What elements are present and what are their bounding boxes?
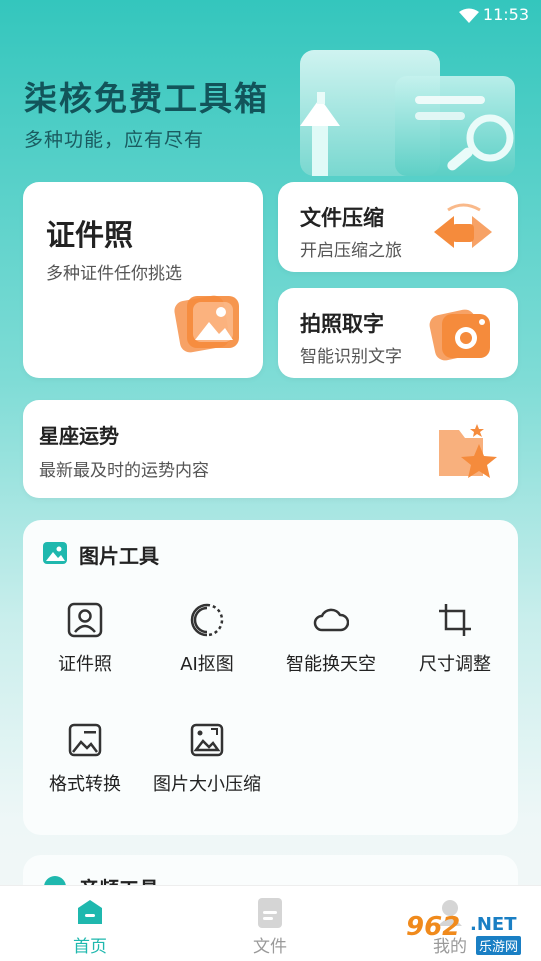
tab-file[interactable]: 文件 xyxy=(220,898,320,958)
id-photo-card-subtitle: 多种证件任你挑选 xyxy=(46,264,182,284)
camera-icon xyxy=(429,309,490,361)
file-icon xyxy=(258,898,282,928)
site-watermark: 962 .NET 乐游网 xyxy=(400,912,536,956)
image-convert-icon xyxy=(68,723,102,757)
id-photo-card[interactable]: 证件照 多种证件任你挑选 xyxy=(23,182,263,378)
file-compress-card-subtitle: 开启压缩之旅 xyxy=(300,241,402,261)
id-photo-card-title: 证件照 xyxy=(46,218,134,252)
home-icon xyxy=(78,900,102,924)
tool-resize[interactable]: 尺寸调整 xyxy=(393,602,517,692)
tab-home[interactable]: 首页 xyxy=(40,898,140,958)
status-bar: 11:53 xyxy=(0,0,541,30)
app-title: 柒核免费工具箱 xyxy=(24,79,269,118)
tool-sky-replace[interactable]: 智能换天空 xyxy=(269,602,393,692)
tool-label: 智能换天空 xyxy=(286,654,376,675)
tool-image-compress[interactable]: 图片大小压缩 xyxy=(145,722,269,812)
file-compress-card-title: 文件压缩 xyxy=(300,206,384,230)
tool-label: AI抠图 xyxy=(180,654,234,675)
compress-icon xyxy=(434,203,492,248)
photo-ocr-card-title: 拍照取字 xyxy=(300,312,384,336)
photo-ocr-card[interactable]: 拍照取字 智能识别文字 xyxy=(278,288,518,378)
toolbox-illustration-icon xyxy=(300,50,515,176)
tool-format-convert[interactable]: 格式转换 xyxy=(23,722,147,812)
cutout-icon xyxy=(190,603,224,637)
image-tools-heading: 图片工具 xyxy=(79,544,159,568)
portrait-icon xyxy=(67,602,103,638)
tool-label: 尺寸调整 xyxy=(419,654,491,675)
tool-id-photo[interactable]: 证件照 xyxy=(23,602,147,692)
photo-icon xyxy=(174,295,239,353)
watermark-domain: .NET xyxy=(470,914,517,935)
tab-label: 文件 xyxy=(253,937,287,957)
watermark-site: 乐游网 xyxy=(476,936,522,955)
tab-label: 首页 xyxy=(73,937,107,957)
status-time: 11:53 xyxy=(482,5,529,24)
crop-icon xyxy=(439,604,471,636)
horoscope-card[interactable]: 星座运势 最新最及时的运势内容 xyxy=(23,400,518,498)
horoscope-card-subtitle: 最新最及时的运势内容 xyxy=(39,461,209,481)
file-compress-card[interactable]: 文件压缩 开启压缩之旅 xyxy=(278,182,518,272)
horoscope-card-title: 星座运势 xyxy=(39,424,119,448)
watermark-number: 962 xyxy=(406,912,461,942)
image-compress-icon xyxy=(190,723,224,757)
tool-label: 图片大小压缩 xyxy=(153,774,261,795)
image-section-icon xyxy=(43,542,67,564)
app-subtitle: 多种功能，应有尽有 xyxy=(24,129,205,151)
tool-label: 证件照 xyxy=(58,654,112,675)
tool-label: 格式转换 xyxy=(49,774,121,795)
photo-ocr-card-subtitle: 智能识别文字 xyxy=(300,347,402,367)
image-tools-panel: 图片工具 证件照 AI抠图 智能换天空 尺寸调整 格式转换 图片大小压缩 xyxy=(23,520,518,835)
star-folder-icon xyxy=(439,424,497,478)
wifi-icon xyxy=(459,8,479,23)
tool-ai-cutout[interactable]: AI抠图 xyxy=(145,602,269,692)
cloud-icon xyxy=(313,608,349,632)
